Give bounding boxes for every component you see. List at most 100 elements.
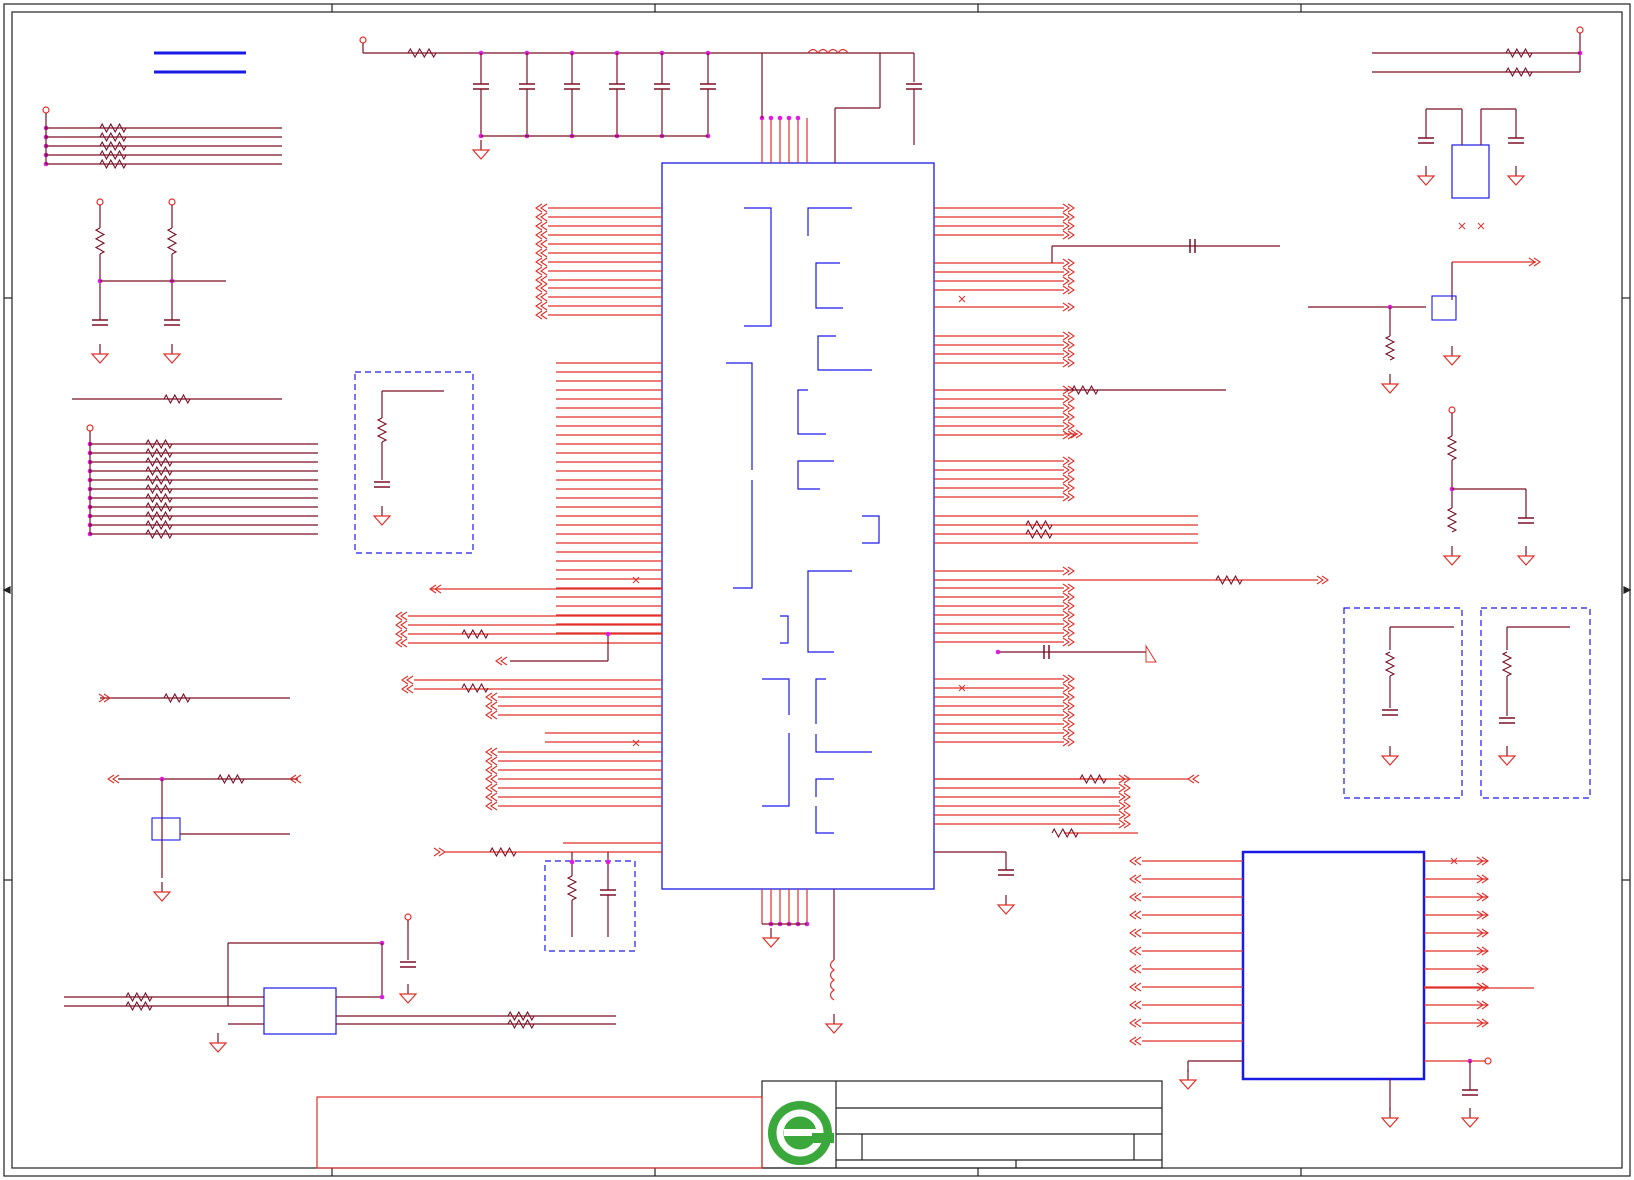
port-arrow xyxy=(495,656,508,666)
port-arrow xyxy=(1062,394,1075,404)
port-arrow xyxy=(401,684,414,694)
power-port xyxy=(86,424,94,432)
port-arrow xyxy=(1062,610,1075,620)
port-arrow xyxy=(433,847,446,857)
resistor xyxy=(99,122,127,134)
resistor xyxy=(1505,47,1533,59)
port-arrow xyxy=(535,301,548,311)
resistor xyxy=(407,47,437,59)
resistor xyxy=(1215,574,1243,586)
no-connect xyxy=(632,576,640,584)
port-arrow xyxy=(1062,637,1075,647)
mosfet xyxy=(151,817,181,841)
port-arrow xyxy=(1062,212,1075,222)
resistor xyxy=(99,158,127,170)
port-arrow xyxy=(1118,783,1131,793)
port-arrow xyxy=(535,283,548,293)
port-arrow xyxy=(1062,456,1075,466)
crystal-oscillator xyxy=(1451,144,1490,199)
port-arrow xyxy=(395,629,408,639)
schematic-sheet xyxy=(0,0,1634,1180)
resistor xyxy=(166,227,178,255)
port-arrow xyxy=(1062,285,1075,295)
junction-dot xyxy=(777,115,783,121)
port-arrow xyxy=(1062,728,1075,738)
inductor xyxy=(829,959,836,1001)
port-arrow xyxy=(485,774,498,784)
ground-symbol xyxy=(1460,1117,1480,1128)
port-arrow xyxy=(535,257,548,267)
resistor xyxy=(1501,651,1513,677)
resistor xyxy=(461,628,489,640)
port-arrow xyxy=(1062,430,1075,440)
port-arrow xyxy=(401,675,414,685)
power-port xyxy=(404,913,412,921)
port-arrow xyxy=(535,248,548,258)
port-arrow xyxy=(1062,719,1075,729)
port-arrow xyxy=(1062,583,1075,593)
resistor xyxy=(1446,435,1458,461)
port-arrow xyxy=(1129,856,1142,866)
ground-symbol xyxy=(398,993,418,1004)
secondary-ic-body xyxy=(1241,850,1426,1081)
resistor xyxy=(145,510,173,522)
power-port xyxy=(359,36,367,44)
ground-symbol xyxy=(90,353,110,364)
port-arrow xyxy=(1118,801,1131,811)
junction-dot xyxy=(995,649,1001,655)
power-port xyxy=(42,106,50,114)
junction-dot xyxy=(379,994,385,1000)
port-arrow xyxy=(1062,674,1075,684)
port-arrow xyxy=(1129,964,1142,974)
port-arrow xyxy=(535,239,548,249)
resistor xyxy=(94,227,106,255)
no-connect xyxy=(958,295,966,303)
resistor xyxy=(145,492,173,504)
port-arrow xyxy=(1129,946,1142,956)
port-arrow xyxy=(485,765,498,775)
port-arrow xyxy=(1062,710,1075,720)
resistor xyxy=(125,991,153,1003)
port-arrow xyxy=(1062,302,1075,312)
port-arrow xyxy=(1118,819,1131,829)
ground-symbol xyxy=(372,515,392,526)
resistor xyxy=(163,692,191,704)
ground-symbol xyxy=(824,1023,844,1034)
port-arrow xyxy=(1062,737,1075,747)
port-arrow xyxy=(1062,203,1075,213)
junction-dot xyxy=(605,859,611,865)
port-arrow xyxy=(1129,892,1142,902)
port-arrow xyxy=(1129,1000,1142,1010)
port-arrow xyxy=(535,230,548,240)
port-arrow xyxy=(1062,421,1075,431)
schematic-canvas xyxy=(2,3,1632,1177)
port-arrow xyxy=(535,203,548,213)
ground-symbol xyxy=(1506,175,1526,186)
port-arrow xyxy=(535,221,548,231)
port-arrow xyxy=(1062,492,1075,502)
port-arrow xyxy=(535,310,548,320)
power-port xyxy=(1448,406,1456,414)
ground-symbol xyxy=(761,937,781,948)
port-arrow xyxy=(395,620,408,630)
port-arrow xyxy=(1062,230,1075,240)
port-arrow xyxy=(485,701,498,711)
junction-dot xyxy=(605,631,611,637)
net-flag xyxy=(1145,644,1157,663)
resistor xyxy=(145,519,173,531)
ground-symbol xyxy=(208,1042,228,1053)
resistor xyxy=(461,682,489,694)
junction-dot xyxy=(768,115,774,121)
ground-symbol xyxy=(1380,755,1400,766)
ground-symbol xyxy=(1380,1117,1400,1128)
resistor xyxy=(145,438,173,450)
port-arrow xyxy=(1062,349,1075,359)
resistor xyxy=(489,846,517,858)
port-arrow xyxy=(395,611,408,621)
resistor xyxy=(145,501,173,513)
port-arrow xyxy=(485,710,498,720)
port-arrow xyxy=(1062,628,1075,638)
notes-box xyxy=(316,1096,763,1169)
power-port xyxy=(1576,26,1584,34)
main-ic-internal-brackets xyxy=(726,207,880,834)
